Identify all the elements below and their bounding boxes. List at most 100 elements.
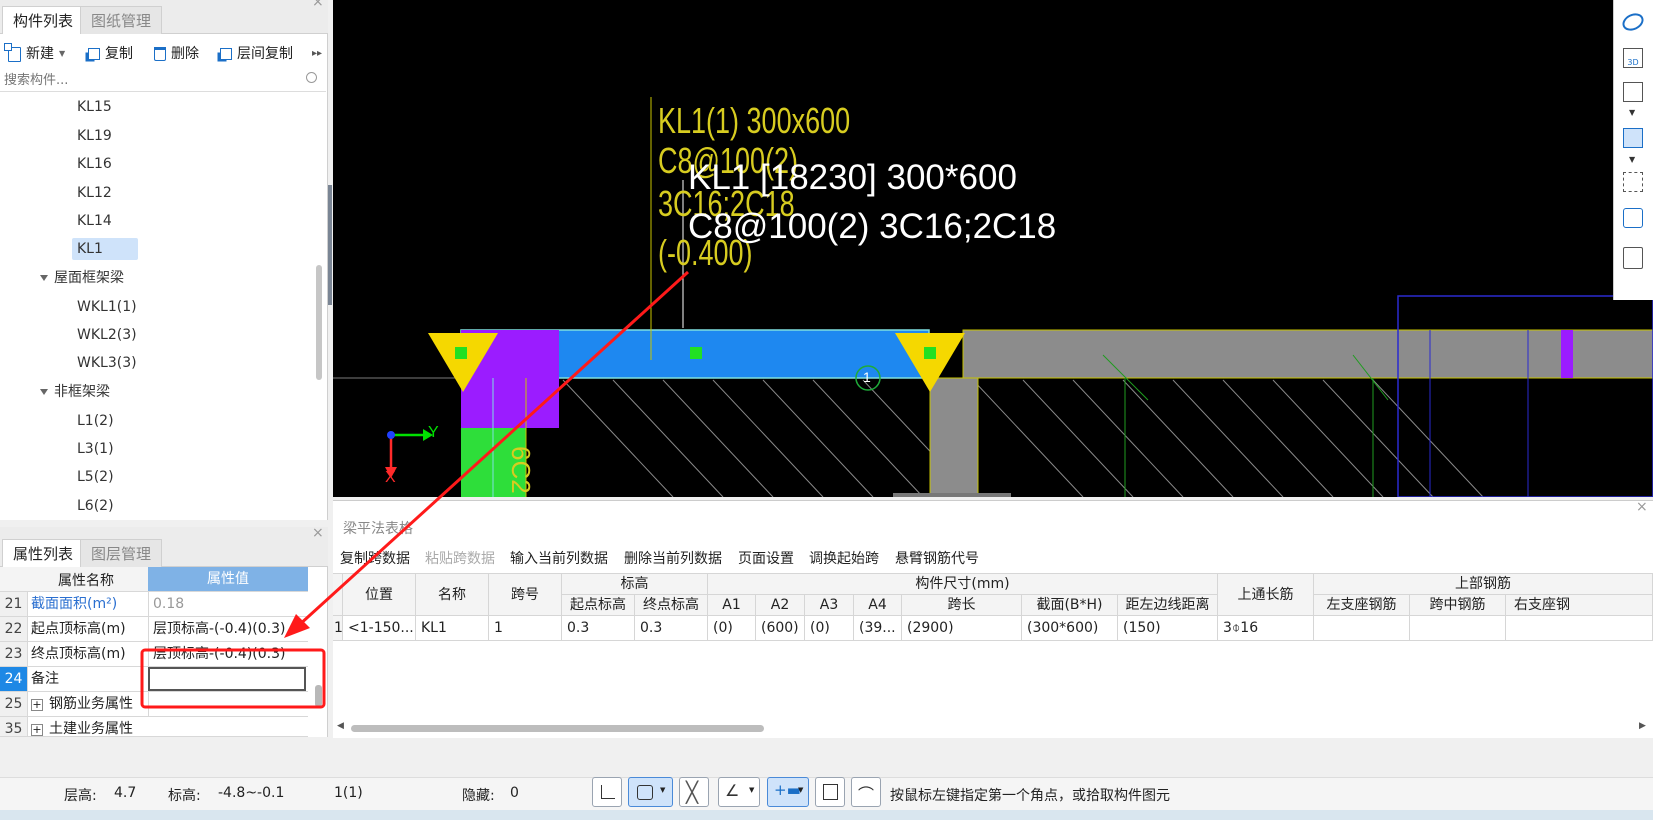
- col-right-support: 右支座钢: [1506, 595, 1653, 616]
- tree-group-roof-beam[interactable]: 屋面框架梁: [40, 267, 124, 289]
- box-view-icon[interactable]: [1613, 118, 1653, 158]
- cell-position[interactable]: <1-150...: [343, 616, 416, 641]
- copy-span-data-button[interactable]: 复制跨数据: [340, 548, 410, 568]
- tree-item-kl16[interactable]: KL16: [77, 153, 112, 175]
- tree-scrollbar[interactable]: [316, 265, 322, 380]
- snap-icon: [637, 785, 653, 800]
- panel-splitter[interactable]: [328, 185, 332, 305]
- tree-item-l5[interactable]: L5(2): [77, 466, 114, 488]
- cell-right-support[interactable]: [1506, 616, 1653, 641]
- tree-item-wkl3[interactable]: WKL3(3): [77, 352, 137, 374]
- tree-item-l3[interactable]: L3(1): [77, 438, 114, 460]
- scroll-right-icon[interactable]: ▶: [1639, 721, 1646, 731]
- floor-copy-button[interactable]: 层间复制: [220, 37, 293, 71]
- more-tools-icon[interactable]: ▸▸: [312, 37, 322, 71]
- property-row[interactable]: 24 备注: [0, 667, 308, 692]
- curve-tool-button[interactable]: ⌒: [851, 777, 881, 807]
- expand-icon[interactable]: +: [31, 699, 43, 711]
- search-input[interactable]: [4, 71, 294, 89]
- cad-viewport[interactable]: KL1(1) 300x600 C8@100(2) 3C16;2C18 (-0.4…: [333, 0, 1653, 497]
- chevron-down-icon[interactable]: ▼: [1629, 108, 1635, 117]
- new-doc-icon: [4, 42, 21, 62]
- cell-dist-left-edge[interactable]: (150): [1118, 616, 1218, 641]
- paste-span-data-button[interactable]: 粘贴跨数据: [425, 548, 495, 568]
- tree-item-wkl2[interactable]: WKL2(3): [77, 324, 137, 346]
- tree-item-l6[interactable]: L6(2): [77, 495, 114, 517]
- search-box[interactable]: [0, 70, 326, 92]
- close-icon[interactable]: ×: [312, 0, 324, 10]
- dynamic-observe-icon[interactable]: [1613, 198, 1653, 238]
- cell-elev-end[interactable]: 0.3: [635, 616, 708, 641]
- col-span-length: 跨长: [902, 595, 1022, 616]
- new-button[interactable]: 新建 ▼: [4, 37, 65, 71]
- caret-down-icon[interactable]: [40, 275, 48, 281]
- cantilever-rebar-code-button[interactable]: 悬臂钢筋代号: [895, 548, 979, 568]
- remark-input[interactable]: [148, 667, 306, 691]
- property-scrollbar[interactable]: [315, 685, 322, 707]
- tab-property-list[interactable]: 属性列表: [2, 539, 85, 567]
- dimension-tool-button[interactable]: +▬ ▼: [767, 777, 809, 807]
- tree-item-kl14[interactable]: KL14: [77, 210, 112, 232]
- col-a1: A1: [708, 595, 756, 616]
- expand-icon[interactable]: +: [31, 724, 43, 736]
- cross-icon: ╳: [686, 780, 699, 804]
- ortho-mode-button[interactable]: [592, 777, 622, 807]
- copy-button[interactable]: 复制: [88, 37, 133, 71]
- horizontal-scrollbar[interactable]: ◀ ▶: [337, 721, 1649, 735]
- tree-item-kl15[interactable]: KL15: [77, 96, 112, 118]
- swap-start-span-button[interactable]: 调换起始跨: [809, 548, 879, 568]
- display-tool-button[interactable]: [815, 777, 845, 807]
- tree-item-wkl1[interactable]: WKL1(1): [77, 296, 137, 318]
- tab-drawing-management[interactable]: 图纸管理: [80, 6, 163, 34]
- property-value[interactable]: 0.18: [148, 592, 306, 616]
- page-settings-button[interactable]: 页面设置: [738, 548, 794, 568]
- property-value[interactable]: 层顶标高-(-0.4)(0.3): [148, 642, 306, 666]
- tree-item-kl1-selected[interactable]: KL1: [72, 238, 138, 260]
- snap-mode-button[interactable]: ▼: [628, 777, 673, 807]
- property-value[interactable]: 层顶标高-(-0.4)(0.3): [148, 617, 306, 641]
- cell-span[interactable]: 1: [489, 616, 562, 641]
- scroll-left-icon[interactable]: ◀: [337, 721, 344, 731]
- cell-name[interactable]: KL1: [416, 616, 489, 641]
- angle-tool-button[interactable]: ∠ ▼: [718, 777, 760, 807]
- tree-group-non-frame-beam[interactable]: 非框架梁: [40, 381, 110, 403]
- cell-top-through[interactable]: 3⌽16: [1218, 616, 1314, 641]
- cell-span-length[interactable]: (2900): [902, 616, 1022, 641]
- close-icon[interactable]: ×: [1636, 499, 1648, 515]
- cross-select-button[interactable]: ╳: [679, 777, 709, 807]
- input-column-data-button[interactable]: 输入当前列数据: [510, 548, 608, 568]
- tree-item-kl19[interactable]: KL19: [77, 125, 112, 147]
- purple-column: [461, 378, 559, 428]
- close-icon[interactable]: ×: [312, 525, 324, 541]
- fit-view-icon[interactable]: [1613, 162, 1653, 202]
- tab-layer-management[interactable]: 图层管理: [80, 539, 163, 567]
- tab-component-list[interactable]: 构件列表: [2, 6, 85, 34]
- cell-mid-span[interactable]: [1410, 616, 1506, 641]
- property-row[interactable]: 22 起点顶标高(m) 层顶标高-(-0.4)(0.3): [0, 617, 308, 642]
- col-span: 跨号: [489, 574, 562, 616]
- orbit-icon[interactable]: [1613, 2, 1653, 42]
- property-row[interactable]: 21 截面面积(m²) 0.18: [0, 592, 308, 617]
- cell-left-support[interactable]: [1314, 616, 1410, 641]
- cell-a4[interactable]: (39...: [854, 616, 902, 641]
- col-name: 名称: [416, 574, 489, 616]
- cell-a2[interactable]: (600): [756, 616, 805, 641]
- grey-column: [929, 377, 979, 497]
- search-icon[interactable]: [306, 72, 317, 83]
- property-row[interactable]: 35 + 土建业务属性: [0, 717, 308, 737]
- scroll-thumb[interactable]: [351, 725, 764, 732]
- property-value[interactable]: [148, 692, 306, 716]
- caret-down-icon[interactable]: [40, 389, 48, 395]
- delete-column-data-button[interactable]: 删除当前列数据: [624, 548, 722, 568]
- cell-section[interactable]: (300*600): [1022, 616, 1118, 641]
- tree-item-l1[interactable]: L1(2): [77, 410, 114, 432]
- property-row[interactable]: 23 终点顶标高(m) 层顶标高-(-0.4)(0.3): [0, 642, 308, 667]
- delete-button[interactable]: 删除: [154, 37, 199, 71]
- cell-elev-start[interactable]: 0.3: [562, 616, 635, 641]
- cell-a1[interactable]: (0): [708, 616, 756, 641]
- properties-view-icon[interactable]: [1613, 238, 1653, 278]
- cube-view-icon[interactable]: [1613, 72, 1653, 112]
- tree-item-kl12[interactable]: KL12: [77, 182, 112, 204]
- cell-a3[interactable]: (0): [805, 616, 854, 641]
- property-row[interactable]: 25 + 钢筋业务属性: [0, 692, 308, 717]
